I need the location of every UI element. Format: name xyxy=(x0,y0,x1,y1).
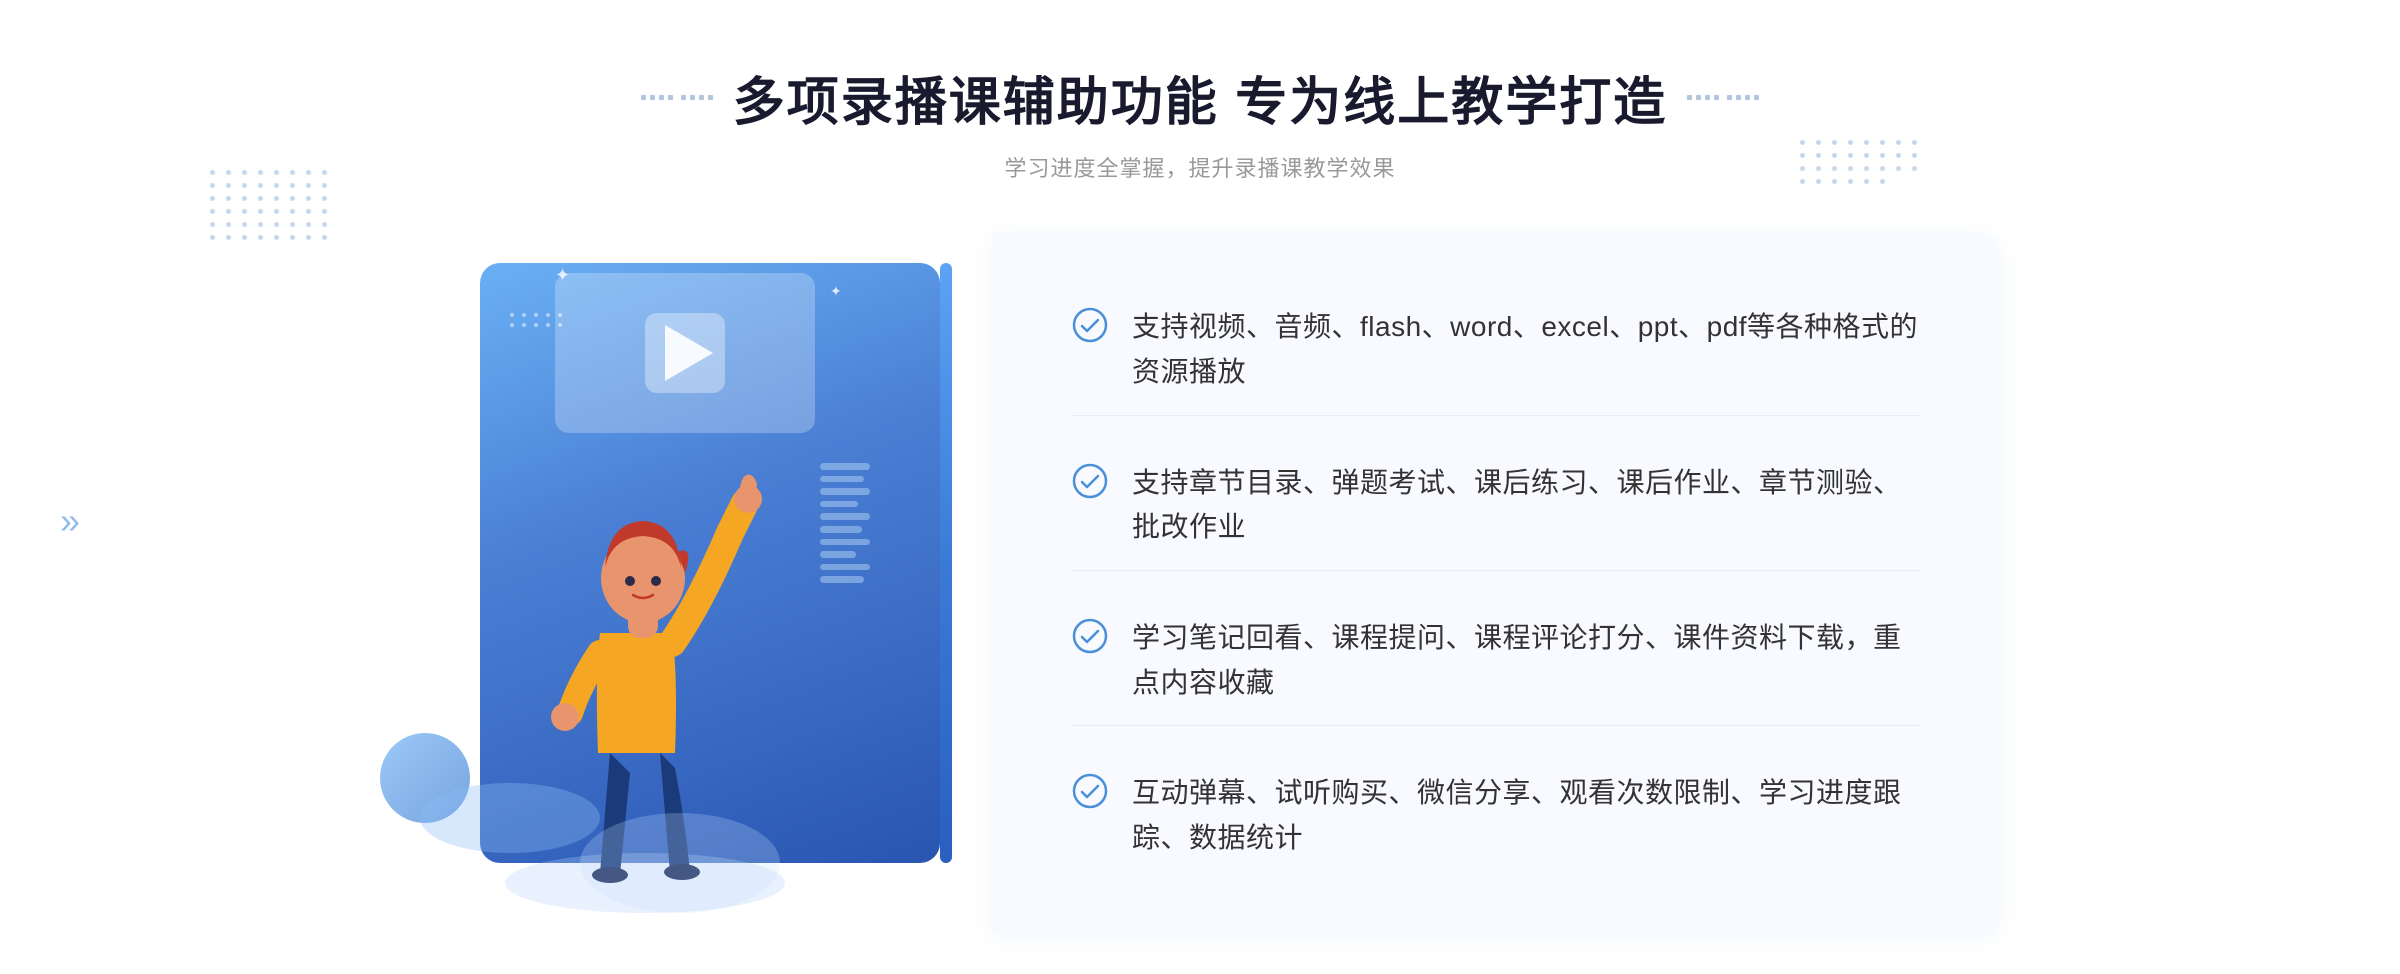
feature-item-3: 学习笔记回看、课程提问、课程评论打分、课件资料下载，重点内容收藏 xyxy=(1072,596,1920,727)
sparkle-icon: ✦ xyxy=(555,265,570,286)
stripes-decoration xyxy=(820,463,880,583)
check-icon-1 xyxy=(1072,307,1108,343)
illustration-area: ✦ ✦ xyxy=(400,233,980,913)
dot-decoration-right xyxy=(1800,140,1920,184)
feature-item-1: 支持视频、音频、flash、word、excel、ppt、pdf等各种格式的资源… xyxy=(1072,285,1920,416)
main-content: ✦ ✦ xyxy=(400,233,2000,933)
dot-decoration-left xyxy=(210,170,330,240)
title-deco-right xyxy=(1687,95,1759,100)
check-icon-4 xyxy=(1072,773,1108,809)
page-container: » 多项录播课辅助功能 专为线上教学打造 学习进度全掌握，提升录播课教学效果 xyxy=(0,0,2400,974)
header-section: 多项录播课辅助功能 专为线上教学打造 学习进度全掌握，提升录播课教学效果 xyxy=(641,60,1759,183)
card-dot-pattern xyxy=(510,313,564,327)
feature-item-2: 支持章节目录、弹题考试、课后练习、课后作业、章节测验、批改作业 xyxy=(1072,441,1920,572)
deco-ellipse-bottom xyxy=(420,783,600,853)
check-icon-2 xyxy=(1072,463,1108,499)
chevron-decoration: » xyxy=(60,500,80,542)
feature-text-2: 支持章节目录、弹题考试、课后练习、课后作业、章节测验、批改作业 xyxy=(1132,461,1920,551)
features-panel: 支持视频、音频、flash、word、excel、ppt、pdf等各种格式的资源… xyxy=(992,233,2000,933)
title-row: 多项录播课辅助功能 专为线上教学打造 xyxy=(641,60,1759,135)
feature-item-4: 互动弹幕、试听购买、微信分享、观看次数限制、学习进度跟踪、数据统计 xyxy=(1072,751,1920,881)
feature-text-3: 学习笔记回看、课程提问、课程评论打分、课件资料下载，重点内容收藏 xyxy=(1132,616,1920,706)
accent-bar xyxy=(940,263,952,863)
page-subtitle: 学习进度全掌握，提升录播课教学效果 xyxy=(641,151,1759,183)
feature-text-4: 互动弹幕、试听购买、微信分享、观看次数限制、学习进度跟踪、数据统计 xyxy=(1132,771,1920,861)
feature-text-1: 支持视频、音频、flash、word、excel、ppt、pdf等各种格式的资源… xyxy=(1132,305,1920,395)
title-deco-left xyxy=(641,95,713,100)
check-icon-3 xyxy=(1072,618,1108,654)
page-title: 多项录播课辅助功能 专为线上教学打造 xyxy=(733,60,1667,135)
sparkle-small-icon: ✦ xyxy=(830,283,842,300)
